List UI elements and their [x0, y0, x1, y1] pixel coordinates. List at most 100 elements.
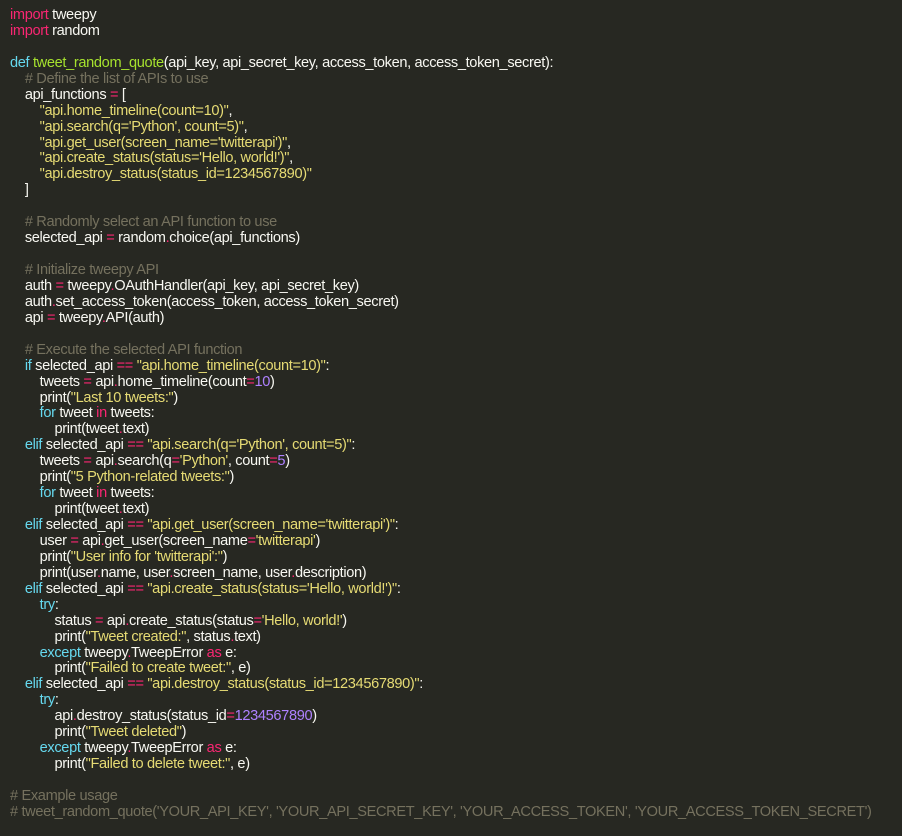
code-token: = — [70, 532, 79, 549]
code-line: elif selected_api == "api.search(q='Pyth… — [10, 437, 902, 454]
code-line: tweets = api.search(q='Python', count=5) — [10, 453, 902, 470]
code-token: except — [39, 740, 81, 757]
code-line: print("Last 10 tweets:") — [10, 389, 902, 407]
code-token: print(tweet — [10, 501, 119, 518]
code-token: "api.get_user(screen_name='twitterapi')" — [147, 517, 395, 533]
code-token: tweets: — [106, 485, 155, 502]
code-token: # Execute the selected API function — [24, 341, 243, 358]
code-token: == — [127, 517, 144, 533]
code-token: "api.get_user(screen_name='twitterapi')" — [39, 134, 288, 151]
code-token: random — [114, 230, 166, 247]
code-token: auth — [10, 293, 52, 310]
code-token: print( — [10, 548, 72, 565]
code-token: selected_api — [10, 230, 107, 247]
code-token: ) — [270, 373, 275, 390]
code-token: tweets — [10, 373, 84, 390]
code-token: , status — [186, 628, 231, 645]
code-token: 'Hello, world!' — [261, 612, 343, 629]
code-token: elif — [24, 517, 43, 533]
code-token: print(user — [10, 564, 98, 581]
code-token: selected_api — [42, 437, 128, 454]
code-token: selected_api — [31, 357, 117, 374]
code-token: description) — [295, 564, 367, 581]
code-token: random — [48, 22, 100, 39]
code-line: print(tweet.text) — [10, 421, 902, 438]
code-line: for tweet in tweets: — [10, 405, 902, 422]
code-token: : — [396, 580, 401, 597]
code-token: print( — [10, 628, 86, 645]
code-token: import — [10, 22, 49, 39]
code-token: except — [39, 644, 81, 661]
code-token: selected_api — [42, 580, 128, 597]
code-token: , e) — [230, 756, 250, 773]
code-token: = — [247, 532, 256, 549]
code-line: status = api.create_status(status='Hello… — [10, 612, 902, 630]
code-token: as — [206, 644, 222, 661]
code-token: tweepy — [63, 277, 111, 294]
code-editor[interactable]: import tweepy import random def tweet_ran… — [0, 0, 902, 836]
code-line: auth = tweepy.OAuthHandler(api_key, api_… — [10, 277, 902, 295]
code-line: print("Tweet deleted") — [10, 724, 902, 741]
code-token: api — [103, 612, 126, 629]
code-token: : — [394, 517, 399, 533]
code-line: api = tweepy.API(auth) — [10, 310, 902, 327]
code-token: "Tweet created:" — [85, 628, 187, 645]
code-token: TweepError — [131, 740, 207, 757]
code-token: 'Python' — [179, 453, 229, 470]
code-token: get_user(screen_name — [104, 532, 248, 549]
code-line: "api.home_timeline(count=10)", — [10, 102, 902, 120]
code-token: "5 Python-related tweets:" — [70, 469, 230, 486]
code-line: elif selected_api == "api.destroy_status… — [10, 676, 902, 693]
code-token: ) — [342, 612, 347, 629]
code-token: = — [95, 612, 104, 629]
code-line: if selected_api == "api.home_timeline(co… — [10, 357, 902, 375]
code-token: , — [243, 118, 248, 135]
code-token: tweets: — [106, 405, 155, 422]
code-token: = — [83, 373, 92, 390]
code-token: tweepy — [80, 644, 128, 661]
code-line: print("5 Python-related tweets:") — [10, 469, 902, 486]
code-token: 'twitterapi' — [255, 532, 316, 549]
code-token: : — [54, 692, 59, 709]
code-token: create_status(status — [129, 612, 254, 629]
code-line: import random — [10, 22, 902, 40]
code-token: api — [91, 373, 114, 390]
code-token: "api.search(q='Python', count=5)" — [39, 118, 244, 135]
code-token: search(q — [117, 453, 172, 470]
code-token: import — [10, 7, 49, 23]
code-line: print(user.name, user.screen_name, user.… — [10, 564, 902, 582]
code-token: , count — [227, 453, 270, 470]
code-token: == — [116, 357, 134, 374]
code-token: : — [419, 676, 423, 693]
code-line: ] — [10, 182, 902, 199]
code-token: name, user — [100, 564, 170, 581]
code-line: except tweepy.TweepError as e: — [10, 740, 902, 757]
code-token: = — [55, 277, 65, 294]
code-token: set_access_token(access_token, access_to… — [55, 293, 399, 310]
code-token: screen_name, user — [173, 564, 292, 581]
code-token: (api_key, api_secret_key, access_token, … — [163, 54, 554, 71]
code-token: , — [228, 102, 233, 119]
code-token: print( — [10, 469, 72, 486]
code-token: "Last 10 tweets:" — [70, 389, 174, 406]
code-token: home_timeline(count — [117, 373, 247, 390]
code-token: text) — [122, 421, 150, 438]
code-token: destroy_status(status_id — [76, 708, 227, 725]
code-token: api_functions — [10, 86, 110, 103]
code-token: api — [10, 708, 73, 725]
code-token: status — [10, 612, 95, 629]
code-line: selected_api = random.choice(api_functio… — [10, 230, 902, 247]
code-token: ) — [181, 724, 187, 741]
